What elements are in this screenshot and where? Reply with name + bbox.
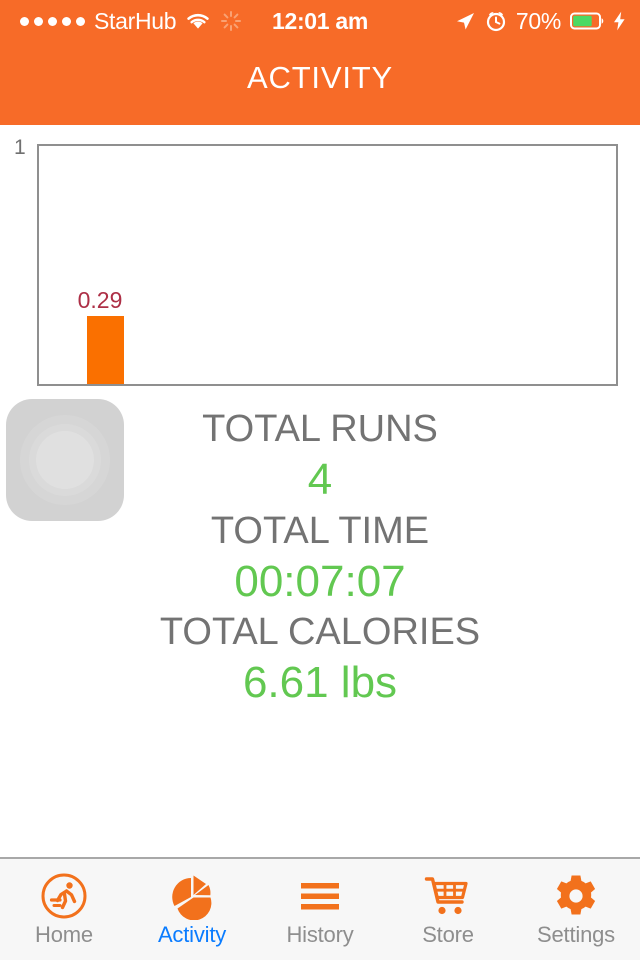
- tab-activity[interactable]: Activity: [128, 859, 256, 960]
- chart-y-axis-tick-label: 1: [14, 136, 26, 159]
- tab-settings-label: Settings: [537, 922, 615, 947]
- tab-history[interactable]: History: [256, 859, 384, 960]
- activity-bar-chart: 1 0.29: [0, 125, 640, 395]
- tab-home[interactable]: Home: [0, 859, 128, 960]
- lightning-bolt-icon: [613, 11, 626, 31]
- alarm-clock-icon: [485, 10, 507, 32]
- chart-bar[interactable]: [87, 316, 124, 384]
- total-time-label: TOTAL TIME: [210, 509, 430, 552]
- status-bar-clock: 12:01 am: [271, 7, 369, 34]
- total-calories-value: 6.61 lbs: [242, 658, 398, 708]
- total-time-value: 00:07:07: [234, 556, 406, 606]
- running-person-circle-icon: [40, 872, 88, 920]
- total-runs-value: 4: [307, 455, 333, 505]
- tab-history-label: History: [286, 922, 354, 947]
- battery-icon: [570, 12, 604, 30]
- tab-settings[interactable]: Settings: [512, 859, 640, 960]
- status-bar: StarHub 12:01 am 70%: [0, 0, 640, 42]
- app-header: StarHub 12:01 am 70% ACTIVITY: [0, 0, 640, 125]
- tab-store-label: Store: [422, 922, 474, 947]
- page-title: ACTIVITY: [247, 60, 393, 95]
- shopping-cart-icon: [424, 872, 472, 920]
- tab-home-label: Home: [35, 922, 93, 947]
- tab-store[interactable]: Store: [384, 859, 512, 960]
- pie-chart-icon: [168, 872, 216, 920]
- location-arrow-icon: [454, 10, 476, 32]
- total-calories-label: TOTAL CALORIES: [159, 611, 481, 654]
- battery-percent-label: 70%: [515, 7, 561, 34]
- total-runs-label: TOTAL RUNS: [202, 408, 438, 450]
- hamburger-list-icon: [296, 872, 344, 920]
- status-bar-right: 70%: [454, 0, 626, 42]
- summary-stats: TOTAL RUNS 4 TOTAL TIME 00:07:07 TOTAL C…: [0, 406, 640, 711]
- gear-icon: [552, 872, 600, 920]
- bottom-tab-bar: Home Activity History Store Settings: [0, 857, 640, 960]
- chart-plot-area: 0.29: [37, 144, 618, 386]
- bar-value-label: 0.29: [77, 287, 123, 313]
- tab-activity-label: Activity: [157, 922, 227, 947]
